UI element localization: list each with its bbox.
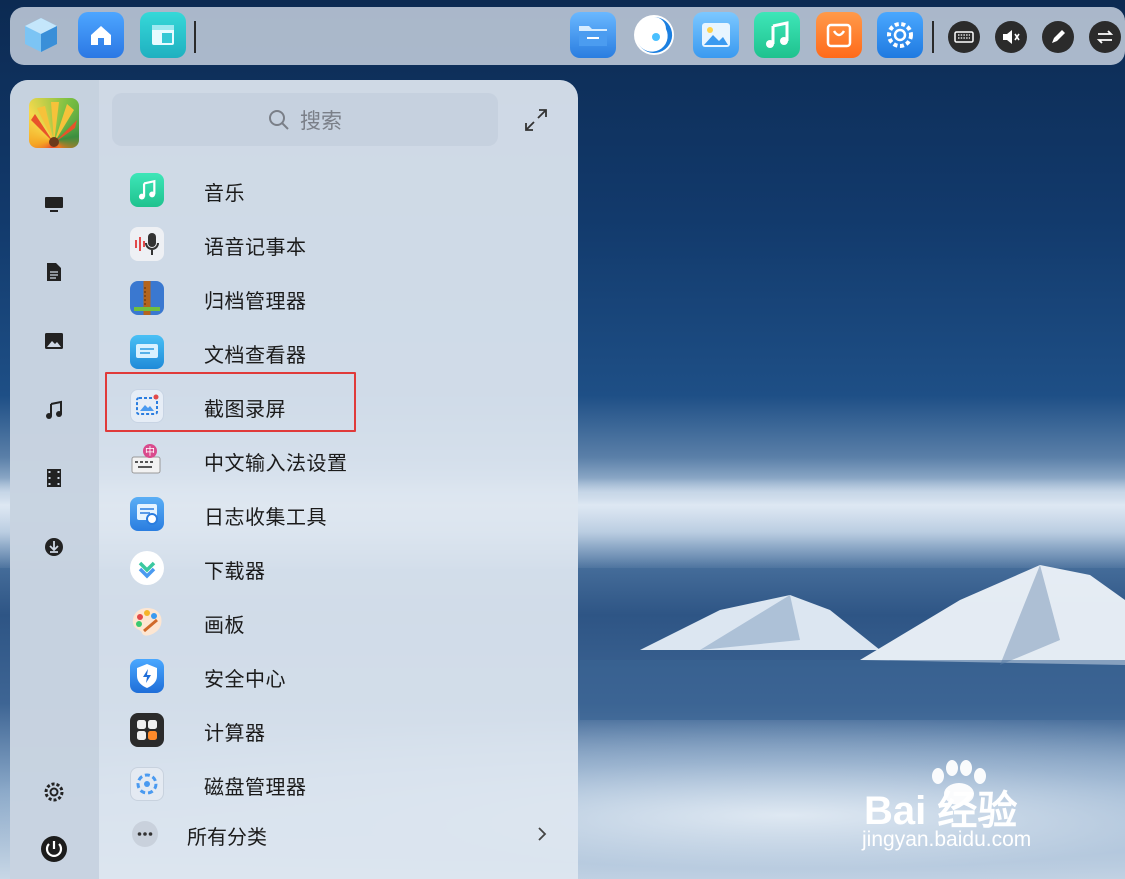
search-placeholder: 搜索 xyxy=(300,108,342,133)
list-item-input-method-settings[interactable]: 中 中文输入法设置 xyxy=(112,436,552,484)
input-method-icon: 中 xyxy=(130,443,164,477)
app-label: 磁盘管理器 xyxy=(204,775,307,799)
search-icon xyxy=(269,109,289,130)
watermark: Bai 经验 jingyan.baidu.com xyxy=(862,760,1112,860)
app-label: 归档管理器 xyxy=(204,289,307,313)
app-label: 日志收集工具 xyxy=(204,505,327,529)
more-icon xyxy=(132,821,158,847)
expand-icon[interactable] xyxy=(522,106,550,134)
music-note-icon[interactable] xyxy=(42,398,66,422)
dock-separator xyxy=(194,21,196,53)
dock-separator xyxy=(932,21,934,53)
keyboard-icon[interactable] xyxy=(948,21,980,53)
chevron-right-icon xyxy=(536,825,548,847)
archive-icon xyxy=(130,281,164,315)
app-label: 画板 xyxy=(204,613,245,637)
paint-icon xyxy=(130,605,164,639)
list-item-downloader[interactable]: 下载器 xyxy=(112,544,552,592)
list-item-document-viewer[interactable]: 文档查看器 xyxy=(112,328,552,376)
calculator-icon xyxy=(130,713,164,747)
folder-icon[interactable] xyxy=(570,12,616,58)
music-app-icon xyxy=(130,173,164,207)
list-item-voice-notes[interactable]: 语音记事本 xyxy=(112,220,552,268)
image-icon[interactable] xyxy=(42,329,66,353)
home-icon[interactable] xyxy=(78,12,124,58)
security-center-icon xyxy=(130,659,164,693)
music-icon[interactable] xyxy=(754,12,800,58)
disk-manager-icon xyxy=(130,767,164,801)
all-categories-label: 所有分类 xyxy=(187,825,267,849)
document-icon[interactable] xyxy=(42,260,66,284)
list-item-archive-manager[interactable]: 归档管理器 xyxy=(112,274,552,322)
film-icon[interactable] xyxy=(42,466,66,490)
app-label: 计算器 xyxy=(204,721,266,745)
swap-icon[interactable] xyxy=(1089,21,1121,53)
category-rail xyxy=(10,80,99,879)
browser-icon[interactable] xyxy=(631,12,677,58)
list-item-security-center[interactable]: 安全中心 xyxy=(112,652,552,700)
power-icon[interactable] xyxy=(40,835,68,863)
avatar[interactable] xyxy=(29,98,79,148)
gallery-icon[interactable] xyxy=(693,12,739,58)
app-label: 文档查看器 xyxy=(204,343,307,367)
voice-note-icon xyxy=(130,227,164,261)
search-input[interactable]: 搜索 xyxy=(112,93,498,146)
log-collector-icon xyxy=(130,497,164,531)
monitor-icon[interactable] xyxy=(42,192,66,216)
settings-icon[interactable] xyxy=(877,12,923,58)
doc-viewer-icon xyxy=(130,335,164,369)
app-label: 中文输入法设置 xyxy=(204,451,348,475)
list-item-calculator[interactable]: 计算器 xyxy=(112,706,552,754)
watermark-url: jingyan.baidu.com xyxy=(862,828,1032,851)
store-icon[interactable] xyxy=(816,12,862,58)
app-label: 安全中心 xyxy=(204,667,286,691)
highlight-box xyxy=(105,372,356,432)
settings-gear-icon[interactable] xyxy=(42,780,66,804)
downloader-icon xyxy=(130,551,164,585)
app-label: 语音记事本 xyxy=(204,235,307,259)
app-label: 音乐 xyxy=(204,181,245,205)
list-item-log-collector[interactable]: 日志收集工具 xyxy=(112,490,552,538)
list-item-disk-manager[interactable]: 磁盘管理器 xyxy=(112,760,552,808)
list-item-music[interactable]: 音乐 xyxy=(112,166,552,214)
top-dock xyxy=(10,7,1125,65)
multitask-icon[interactable] xyxy=(140,12,186,58)
pen-icon[interactable] xyxy=(1042,21,1074,53)
svg-text:中: 中 xyxy=(145,445,155,458)
download-icon[interactable] xyxy=(42,535,66,559)
list-item-paint[interactable]: 画板 xyxy=(112,598,552,646)
volume-muted-icon[interactable] xyxy=(995,21,1027,53)
app-launcher: 搜索 音乐 语音记事本 归档管理器 文档查看器 截图录屏 中 中文输入法设置 日… xyxy=(10,80,578,879)
app-label: 下载器 xyxy=(204,559,266,583)
all-categories-button[interactable]: 所有分类 xyxy=(112,810,552,858)
cube-icon[interactable] xyxy=(18,12,64,58)
